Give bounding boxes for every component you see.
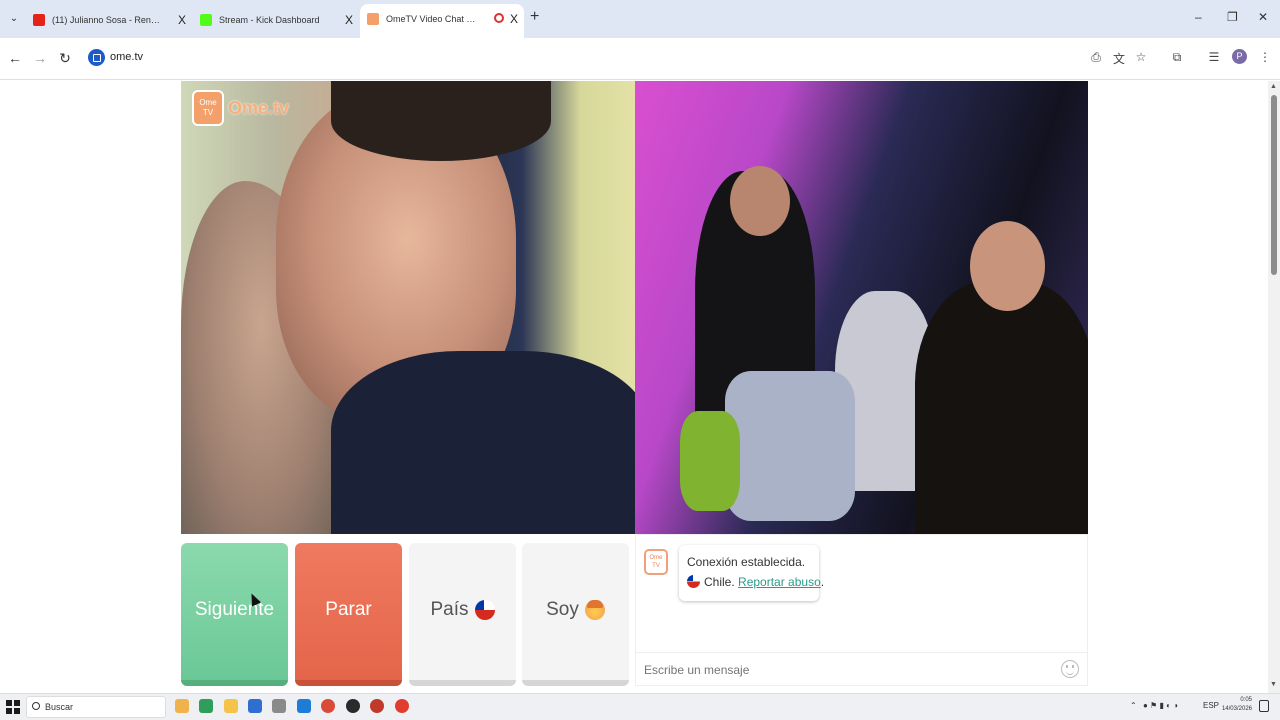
tab-ometv[interactable]: OmeTV Video Chat — Omegle Rand... X <box>360 4 524 38</box>
reading-list-icon[interactable]: ☰ <box>1206 50 1222 64</box>
tray-icons[interactable]: ● ⚑ ▮ ◐ ◑ <box>1143 701 1178 710</box>
ometv-avatar-icon: Ome TV <box>644 549 668 575</box>
next-button-label: Siguiente <box>194 599 275 620</box>
bookmark-star-icon[interactable]: ☆ <box>1133 50 1149 64</box>
scroll-thumb[interactable] <box>1271 95 1277 275</box>
site-info-icon[interactable] <box>88 49 105 66</box>
report-abuse-link[interactable]: Reportar abuso <box>738 575 821 589</box>
connection-status: Conexión establecida. <box>687 555 806 569</box>
report-suffix: . <box>820 575 825 589</box>
scroll-up-icon[interactable]: ▲ <box>1270 83 1277 90</box>
start-button[interactable] <box>6 700 20 714</box>
forward-button[interactable]: → <box>31 50 49 66</box>
translate-icon[interactable]: 文 <box>1111 50 1127 67</box>
url-text: ome.tv <box>110 51 144 63</box>
tab-title: Stream - Kick Dashboard <box>219 15 320 25</box>
video-jeans <box>725 371 855 521</box>
next-button[interactable]: Siguiente <box>181 543 288 686</box>
taskbar-app-icon[interactable] <box>248 699 262 713</box>
taskbar-app-icon[interactable] <box>395 699 409 713</box>
tab-youtube[interactable]: (11) Julianno Sosa - Rendido (Video Ofi.… <box>26 6 192 34</box>
profile-avatar[interactable]: P <box>1232 49 1247 64</box>
chile-flag-icon <box>474 599 495 620</box>
edge-icon[interactable] <box>199 699 213 713</box>
chile-flag-icon <box>687 575 700 588</box>
youtube-icon <box>33 14 45 26</box>
clock[interactable]: 0:05 14/03/2026 <box>1220 696 1252 714</box>
minimize-button[interactable]: – <box>1195 10 1202 24</box>
video-shirt <box>331 351 635 534</box>
close-tab-icon[interactable]: X <box>178 6 186 34</box>
windows-taskbar: Buscar ⌃ ● ⚑ ▮ ◐ ◑ ESP 0:05 14/03/2026 <box>0 693 1280 720</box>
tab-title: (11) Julianno Sosa - Rendido (Video Ofi.… <box>52 15 164 25</box>
chat-input-bar <box>636 652 1087 686</box>
stop-button[interactable]: Parar <box>295 543 402 686</box>
new-tab-button[interactable]: + <box>530 8 539 26</box>
video-person <box>915 281 1088 534</box>
taskbar-app-icon[interactable] <box>346 699 360 713</box>
tray-chevron-icon[interactable]: ⌃ <box>1130 701 1137 710</box>
country-button-label: País <box>430 599 469 620</box>
tab-strip: ⌄ (11) Julianno Sosa - Rendido (Video Of… <box>0 0 1280 38</box>
tab-search-icon[interactable]: ⌄ <box>4 9 24 29</box>
kick-icon <box>200 14 212 26</box>
stop-button-label: Parar <box>325 599 372 620</box>
ometv-logo-icon: Ome TV <box>192 90 224 126</box>
recording-icon <box>494 13 504 23</box>
taskbar-app-icon[interactable] <box>175 699 189 713</box>
video-person-head <box>730 166 790 236</box>
clock-time: 0:05 <box>1240 697 1252 703</box>
country-line: Chile. Reportar abuso. <box>687 573 824 593</box>
taskbar-app-icon[interactable] <box>272 699 286 713</box>
video-chair <box>680 411 740 511</box>
country-name: Chile. <box>704 575 735 589</box>
taskbar-search[interactable]: Buscar <box>26 696 166 718</box>
back-button[interactable]: ← <box>6 50 24 66</box>
local-video <box>181 81 635 534</box>
chat-panel: Ome TV Conexión establecida. Chile. Repo… <box>635 534 1088 686</box>
scroll-down-icon[interactable]: ▼ <box>1270 681 1277 688</box>
menu-kebab-icon[interactable]: ⋮ <box>1257 50 1273 64</box>
restore-button[interactable]: ❐ <box>1227 10 1238 24</box>
gender-button[interactable]: Soy <box>522 543 629 686</box>
country-button[interactable]: País <box>409 543 516 686</box>
tab-title: OmeTV Video Chat — Omegle Rand... <box>386 14 482 24</box>
vscode-icon[interactable] <box>297 699 311 713</box>
system-message: Conexión establecida. Chile. Reportar ab… <box>679 545 824 601</box>
reload-button[interactable]: ↻ <box>56 50 74 67</box>
language-indicator[interactable]: ESP <box>1203 701 1219 710</box>
search-icon <box>32 702 40 710</box>
tab-kick[interactable]: Stream - Kick Dashboard X <box>193 6 359 34</box>
ometv-icon <box>367 13 379 25</box>
install-app-icon[interactable]: ⎙ <box>1088 50 1104 65</box>
address-bar[interactable]: ome.tv <box>84 46 1074 72</box>
ometv-logo-text: Ome.tv <box>228 98 290 118</box>
scrollbar[interactable]: ▲ ▼ <box>1268 81 1280 693</box>
notification-icon[interactable] <box>1259 700 1269 712</box>
search-placeholder: Buscar <box>45 702 74 712</box>
file-explorer-icon[interactable] <box>224 699 238 713</box>
chrome-active-icon[interactable] <box>370 699 384 713</box>
clock-date: 14/03/2026 <box>1221 706 1252 712</box>
message-input[interactable] <box>644 661 1044 679</box>
close-tab-icon[interactable]: X <box>345 6 353 34</box>
video-person-head <box>970 221 1045 311</box>
emoji-picker-icon[interactable] <box>1061 660 1079 678</box>
remote-video <box>635 81 1088 534</box>
browser-toolbar: ← → ↻ ome.tv ⎙ 文 ☆ ⧉ ☰ P ⋮ <box>0 38 1280 80</box>
close-tab-icon[interactable]: X <box>510 4 518 34</box>
chrome-icon[interactable] <box>321 699 335 713</box>
gender-button-label: Soy <box>546 599 579 620</box>
close-window-button[interactable]: ✕ <box>1258 10 1268 24</box>
boy-emoji-icon <box>584 599 605 620</box>
video-hair <box>331 81 551 161</box>
extensions-icon[interactable]: ⧉ <box>1169 50 1185 65</box>
